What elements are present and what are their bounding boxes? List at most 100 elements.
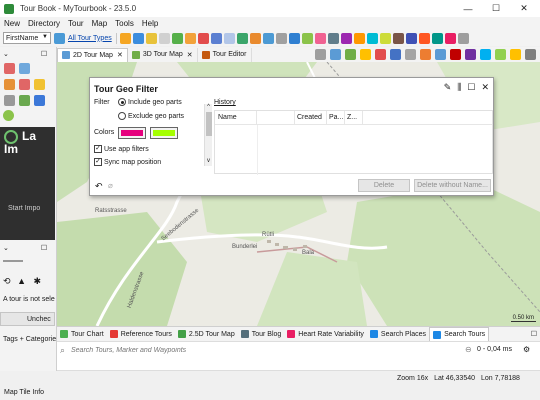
restore-icon[interactable]: ☐ xyxy=(467,82,475,93)
menu-tour[interactable]: Tour xyxy=(64,19,88,28)
include-color-button[interactable] xyxy=(118,127,146,139)
tab-tour-chart[interactable]: Tour Chart xyxy=(57,327,107,341)
maximize-panel-icon[interactable]: ☐ xyxy=(41,51,47,58)
tab-reference-tours[interactable]: Reference Tours xyxy=(107,327,175,341)
tour-type-icon[interactable] xyxy=(54,32,65,44)
more-icon[interactable] xyxy=(457,32,469,44)
menu-down-icon[interactable]: ⌄ xyxy=(3,51,9,58)
delete-button[interactable]: Delete xyxy=(358,179,410,192)
info-map-icon[interactable] xyxy=(480,49,491,60)
search-input[interactable] xyxy=(71,344,451,356)
heart-map-icon[interactable] xyxy=(450,49,461,60)
cloud-icon[interactable] xyxy=(366,32,378,44)
menu-tools[interactable]: Tools xyxy=(111,19,138,28)
close-icon[interactable]: ✕ xyxy=(117,51,123,59)
close-button[interactable]: ✕ xyxy=(512,0,536,17)
slider-map-icon[interactable] xyxy=(420,49,431,60)
use-app-filters-checkbox[interactable]: ✓ xyxy=(94,145,102,153)
photo-icon[interactable] xyxy=(197,32,209,44)
photo-map-icon[interactable] xyxy=(360,49,371,60)
scroll-up-icon[interactable]: ^ xyxy=(205,104,212,110)
marker-icon[interactable] xyxy=(171,32,183,44)
folder-icon[interactable] xyxy=(145,32,157,44)
waypoint-icon[interactable] xyxy=(184,32,196,44)
star-icon[interactable] xyxy=(405,32,417,44)
search-stop-icon[interactable]: ⊖ xyxy=(465,345,472,354)
include-radio[interactable] xyxy=(118,98,126,106)
exclude-radio[interactable] xyxy=(118,112,126,120)
left-scrollbar[interactable]: ^ v xyxy=(204,104,212,166)
mountain-icon[interactable]: ▲ xyxy=(17,276,26,286)
menu-map[interactable]: Map xyxy=(88,19,112,28)
slider-icon[interactable] xyxy=(3,260,23,262)
zoom-in-icon[interactable] xyxy=(315,49,326,60)
col-parts[interactable]: Pa... xyxy=(327,110,345,125)
menu-new[interactable]: New xyxy=(0,19,24,28)
menu-help[interactable]: Help xyxy=(138,19,162,28)
menu-map-icon[interactable] xyxy=(525,49,536,60)
sun-icon[interactable] xyxy=(3,110,14,121)
globe-icon[interactable] xyxy=(330,49,341,60)
pin-icon[interactable]: ⟲ xyxy=(3,276,11,286)
person-select[interactable]: FirstName ▼ xyxy=(3,32,51,44)
marker-map-icon[interactable] xyxy=(375,49,386,60)
maximize-button[interactable]: ☐ xyxy=(484,0,508,17)
close-icon[interactable]: ✕ xyxy=(481,82,489,93)
tab-3d-tour-map[interactable]: 3D Tour Map ✕ xyxy=(128,47,198,62)
col-name[interactable]: Name xyxy=(215,110,257,125)
pin-icon[interactable]: ✎ xyxy=(444,82,452,93)
exclude-color-button[interactable] xyxy=(150,127,178,139)
col-created[interactable]: Created xyxy=(295,110,327,125)
sun-map-icon[interactable] xyxy=(510,49,521,60)
filter-map-icon[interactable] xyxy=(390,49,401,60)
import-icon[interactable] xyxy=(249,32,261,44)
tab-2d-tour-map[interactable]: 2D Tour Map ✕ xyxy=(57,47,128,62)
tag-small-icon[interactable] xyxy=(34,79,45,90)
sync-icon[interactable] xyxy=(405,49,416,60)
calendar-icon[interactable] xyxy=(236,32,248,44)
weather-icon[interactable] xyxy=(353,32,365,44)
geo-filter-icon[interactable] xyxy=(132,32,144,44)
grid-icon[interactable] xyxy=(4,95,15,106)
filter-icon[interactable] xyxy=(119,32,131,44)
search-results-area[interactable] xyxy=(57,358,540,371)
columns-icon[interactable]: ⫼ xyxy=(457,82,461,93)
tab-tour-blog[interactable]: Tour Blog xyxy=(238,327,285,341)
photo-small-icon[interactable] xyxy=(19,63,30,74)
sync-map-row[interactable]: ✓ Sync map position xyxy=(94,158,161,166)
delete-without-name-button[interactable]: Delete without Name... xyxy=(414,179,491,192)
use-app-filters-row[interactable]: ✓ Use app filters xyxy=(94,145,149,153)
compass-icon[interactable] xyxy=(495,49,506,60)
color-icon[interactable] xyxy=(444,32,456,44)
folder-small-icon[interactable] xyxy=(4,79,15,90)
chart-icon[interactable] xyxy=(340,32,352,44)
minimize-button[interactable]: — xyxy=(456,0,480,17)
col-sort[interactable] xyxy=(257,110,295,125)
gear-small-icon[interactable]: ✱ xyxy=(34,276,42,286)
sync-map-checkbox[interactable]: ✓ xyxy=(94,158,102,166)
print-icon[interactable] xyxy=(275,32,287,44)
col-zoom[interactable]: Z... xyxy=(345,110,363,125)
exclude-radio-row[interactable]: Exclude geo parts xyxy=(118,112,184,120)
start-import-button[interactable]: Start Impo xyxy=(8,205,40,212)
tab-heart-rate-variability[interactable]: Heart Rate Variability xyxy=(284,327,367,341)
map-icon[interactable] xyxy=(288,32,300,44)
panel-controls-bottom[interactable]: ☐ xyxy=(531,330,540,338)
include-radio-row[interactable]: Include geo parts xyxy=(118,98,182,106)
settings-icon[interactable] xyxy=(327,32,339,44)
calendar-small-icon[interactable] xyxy=(4,63,15,74)
history-table[interactable]: Name Created Pa... Z... xyxy=(214,110,493,175)
tour-icon[interactable] xyxy=(301,32,313,44)
layer-icon[interactable] xyxy=(345,49,356,60)
warning-icon[interactable] xyxy=(418,32,430,44)
tree-icon[interactable] xyxy=(19,95,30,106)
maximize-panel-icon[interactable]: ☐ xyxy=(41,245,47,252)
search-options-icon[interactable]: ⚙ xyxy=(523,345,530,354)
scroll-thumb[interactable] xyxy=(205,112,212,136)
export-icon[interactable] xyxy=(262,32,274,44)
legend-icon[interactable] xyxy=(435,49,446,60)
gear-icon[interactable] xyxy=(379,32,391,44)
compare-icon[interactable] xyxy=(210,32,222,44)
tab-tour-editor[interactable]: Tour Editor xyxy=(198,47,252,62)
tab-search-tours[interactable]: Search Tours xyxy=(429,327,490,341)
